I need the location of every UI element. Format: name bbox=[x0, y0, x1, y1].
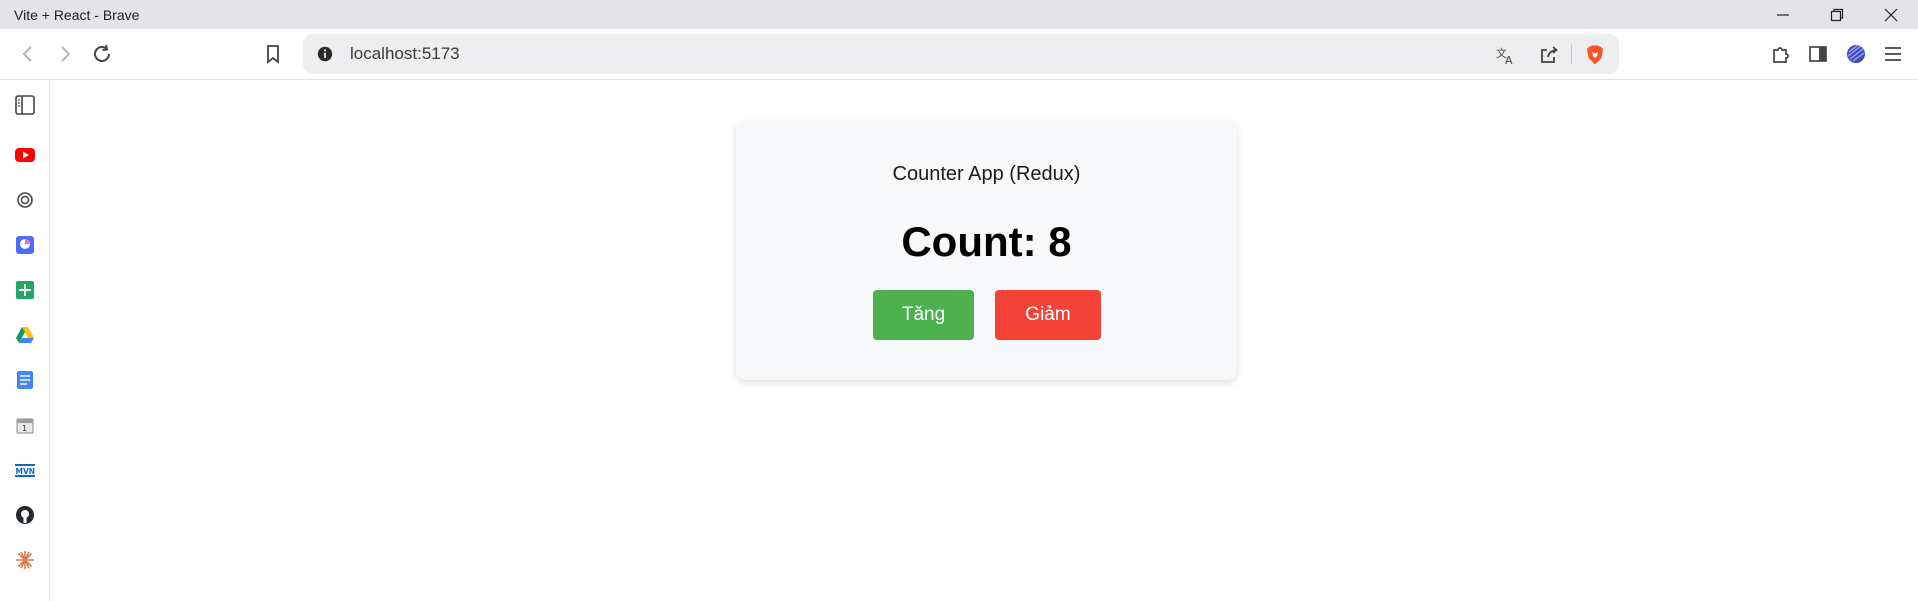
address-bar[interactable]: localhost:5173 文A bbox=[303, 34, 1619, 74]
hamburger-icon bbox=[1885, 47, 1901, 61]
title-bar: Vite + React - Brave bbox=[0, 0, 1918, 29]
reload-icon bbox=[94, 44, 110, 62]
app-heading: Counter App (Redux) bbox=[892, 163, 1081, 185]
svg-text:MVN: MVN bbox=[16, 467, 36, 476]
mvn-icon[interactable]: MVN bbox=[12, 457, 38, 483]
youtube-icon[interactable] bbox=[12, 142, 38, 168]
browser-toolbar: localhost:5173 文A bbox=[0, 29, 1918, 80]
omnibox-divider bbox=[1571, 44, 1572, 64]
close-icon bbox=[1884, 8, 1898, 21]
extensions-button[interactable] bbox=[1766, 39, 1796, 69]
mixpanel-icon[interactable] bbox=[12, 232, 38, 258]
svg-text:1: 1 bbox=[22, 424, 27, 433]
forward-button[interactable] bbox=[50, 39, 80, 69]
close-window-button[interactable] bbox=[1864, 0, 1918, 29]
svg-text:A: A bbox=[1505, 54, 1513, 66]
google-docs-icon[interactable] bbox=[12, 367, 38, 393]
site-info-icon[interactable] bbox=[315, 44, 335, 64]
count-display: Count: 8 bbox=[901, 218, 1072, 265]
restore-icon bbox=[1830, 8, 1844, 21]
brave-shields-icon[interactable] bbox=[1582, 42, 1608, 68]
back-button[interactable] bbox=[13, 39, 43, 69]
restore-button[interactable] bbox=[1810, 0, 1864, 29]
increment-button[interactable]: Tăng bbox=[873, 290, 974, 340]
browser-sidebar: 1 MVN bbox=[0, 80, 50, 601]
profile-button[interactable] bbox=[1841, 39, 1871, 69]
sidebar-panel-icon[interactable] bbox=[12, 92, 38, 118]
google-sheets-icon[interactable] bbox=[12, 277, 38, 303]
window-title: Vite + React - Brave bbox=[14, 6, 140, 23]
sidebar-toggle-icon bbox=[1809, 46, 1827, 62]
google-drive-icon[interactable] bbox=[12, 322, 38, 348]
github-icon[interactable] bbox=[12, 502, 38, 528]
bookmark-icon bbox=[267, 45, 279, 64]
calendar-icon[interactable]: 1 bbox=[12, 412, 38, 438]
claude-icon[interactable] bbox=[12, 547, 38, 573]
arrow-left-icon bbox=[22, 46, 32, 62]
page-content: Counter App (Redux) Count: 8 Tăng Giảm bbox=[51, 80, 1918, 601]
minimize-button[interactable] bbox=[1756, 0, 1810, 29]
chatgpt-icon[interactable] bbox=[12, 187, 38, 213]
translate-icon[interactable]: 文A bbox=[1493, 42, 1519, 68]
sidebar-toggle-button[interactable] bbox=[1803, 39, 1833, 69]
minimize-icon bbox=[1777, 13, 1789, 16]
arrow-right-icon bbox=[61, 46, 71, 62]
counter-card: Counter App (Redux) Count: 8 Tăng Giảm bbox=[736, 120, 1237, 380]
menu-button[interactable] bbox=[1878, 39, 1908, 69]
bookmark-button[interactable] bbox=[258, 39, 288, 69]
url-text: localhost:5173 bbox=[350, 44, 460, 63]
reload-button[interactable] bbox=[87, 39, 117, 69]
share-icon[interactable] bbox=[1536, 42, 1562, 68]
avatar-icon bbox=[1847, 44, 1865, 63]
puzzle-icon bbox=[1773, 47, 1789, 63]
decrement-button[interactable]: Giảm bbox=[995, 290, 1101, 340]
